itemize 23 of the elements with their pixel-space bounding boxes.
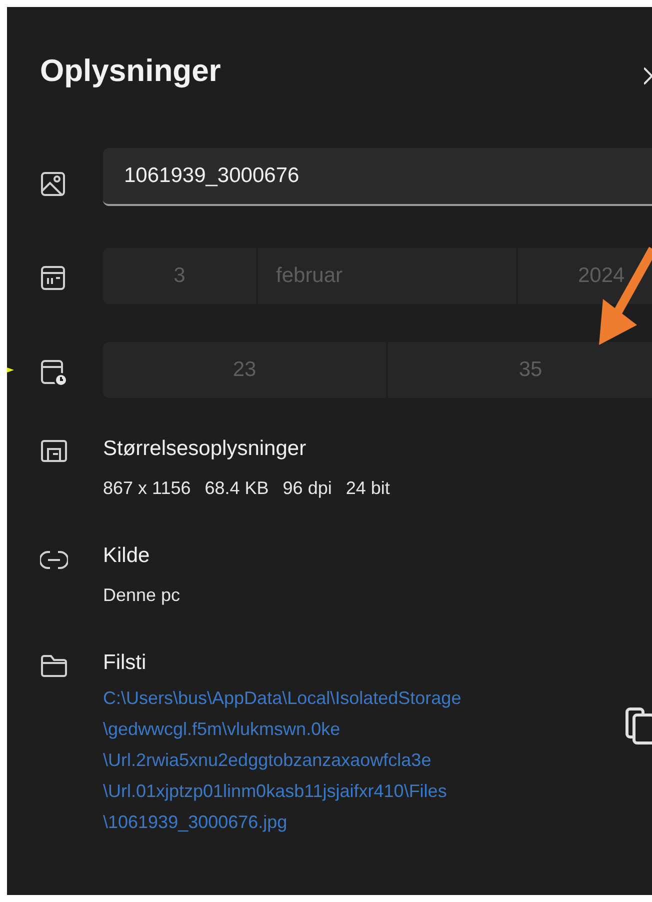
file-path-link[interactable]: \Url.2rwia5xnu2edggtobzanzaxaowfcla3e	[103, 745, 462, 776]
info-value: 24 bit	[346, 477, 390, 500]
panel-title: Oplysninger	[40, 55, 221, 86]
info-value: Denne pc	[103, 584, 180, 607]
file-path-link[interactable]: \1061939_3000676.jpg	[103, 807, 462, 838]
resize-icon	[40, 439, 68, 463]
file-path-link[interactable]: \Url.01xjptzp01linm0kasb11jsjaifxr410\Files	[103, 776, 462, 807]
copy-button[interactable]	[624, 705, 652, 745]
image-icon	[40, 171, 66, 197]
calendar-clock-icon	[40, 359, 68, 387]
info-value: 68.4 KB	[204, 477, 269, 500]
folder-icon	[40, 654, 68, 678]
section-heading: Filsti	[103, 650, 148, 676]
section-heading: Kilde	[103, 543, 151, 569]
calendar-icon	[40, 265, 66, 291]
file-path-link[interactable]: C:\Users\bus\AppData\Local\IsolatedStorage	[103, 683, 462, 714]
name-field[interactable]: 1061939_3000676	[103, 148, 652, 206]
link-icon	[40, 549, 68, 571]
info-value: 96 dpi	[282, 477, 332, 500]
close-icon[interactable]	[644, 67, 652, 85]
file-path-link[interactable]: \gedwwcgl.f5m\vlukmswn.0ke	[103, 714, 462, 745]
info-value: 867 x 1156	[103, 477, 191, 500]
section-heading: Størrelsesoplysninger	[103, 436, 308, 462]
